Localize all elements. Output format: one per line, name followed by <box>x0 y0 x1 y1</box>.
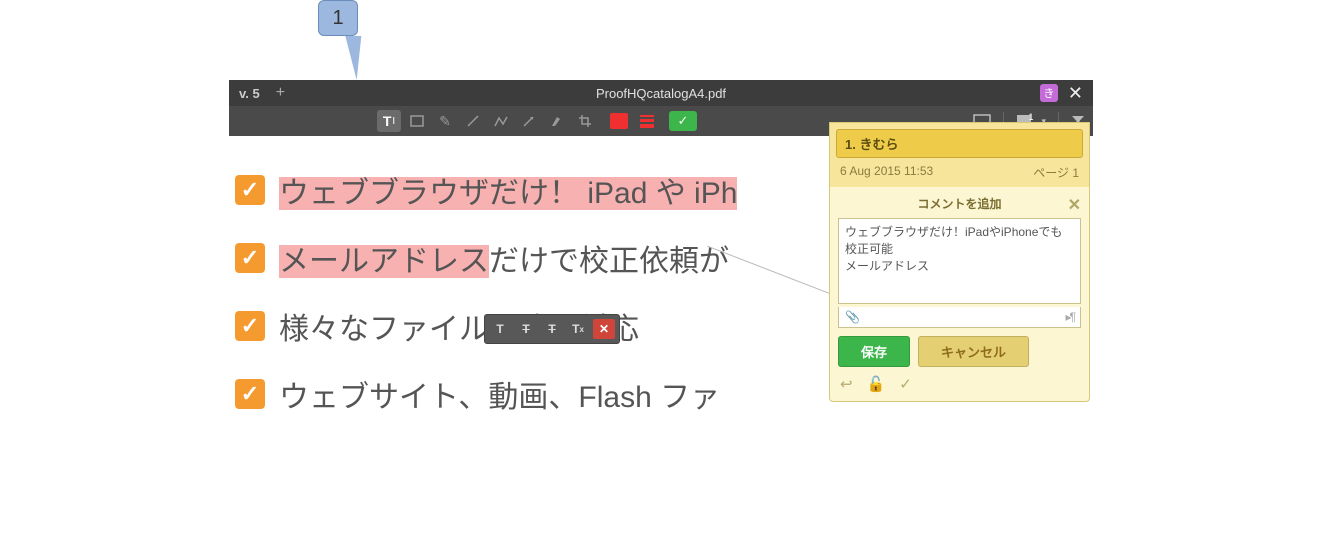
text-markup-toolbar: T T T Tx ✕ <box>484 314 620 344</box>
unlock-icon[interactable]: 🔓 <box>867 375 886 393</box>
text-replace[interactable]: Tx <box>567 319 589 339</box>
pilcrow-icon[interactable]: ▸¶ <box>1066 310 1074 324</box>
check-icon <box>235 379 265 409</box>
add-comment-title: コメントを追加 <box>917 195 1001 212</box>
polyline-tool[interactable] <box>489 110 513 132</box>
comment-body: コメントを追加 ✕ 📎 ▸¶ 保存 キャンセル ↩ 🔓 ✓ <box>829 187 1090 402</box>
crop-tool[interactable] <box>573 110 597 132</box>
text-style-1[interactable]: T <box>489 319 511 339</box>
add-tab-button[interactable]: + <box>270 84 291 102</box>
resolve-icon[interactable]: ✓ <box>899 375 912 393</box>
check-icon <box>235 175 265 205</box>
attach-icon[interactable]: 📎 <box>845 310 860 324</box>
comments-panel: 1. きむら 6 Aug 2015 11:53 ページ 1 コメントを追加 ✕ … <box>829 122 1090 402</box>
comment-page: ページ 1 <box>1033 164 1079 181</box>
highlighted-text[interactable]: メールアドレス <box>279 245 489 278</box>
comment-textarea[interactable] <box>838 218 1081 304</box>
close-comment-icon[interactable]: ✕ <box>1068 195 1081 215</box>
callout-badge: 1 <box>318 0 358 36</box>
check-icon <box>235 311 265 341</box>
highlighted-text[interactable]: ウェブブラウザだけ！ iPad や iPh <box>279 177 737 210</box>
titlebar: v. 5 + ProofHQcatalogA4.pdf き ✕ <box>229 80 1093 106</box>
app-window: v. 5 + ProofHQcatalogA4.pdf き ✕ TI ✎ ✓ <box>229 80 1093 472</box>
callout-tail <box>345 36 370 80</box>
line-weight[interactable] <box>635 110 659 132</box>
reply-icon[interactable]: ↩ <box>840 375 853 393</box>
text-strikethrough[interactable]: T <box>515 319 537 339</box>
user-badge[interactable]: き <box>1040 84 1058 102</box>
text-tool[interactable]: TI <box>377 110 401 132</box>
highlight-tool[interactable] <box>545 110 569 132</box>
check-icon <box>235 243 265 273</box>
save-button[interactable]: 保存 <box>838 336 910 367</box>
version-label: v. 5 <box>229 86 270 101</box>
comment-timestamp: 6 Aug 2015 11:53 <box>840 164 933 181</box>
mini-close[interactable]: ✕ <box>593 319 615 339</box>
cancel-button[interactable]: キャンセル <box>918 336 1029 367</box>
document-title: ProofHQcatalogA4.pdf <box>596 86 726 101</box>
close-button[interactable]: ✕ <box>1064 83 1087 104</box>
comment-header[interactable]: 1. きむら 6 Aug 2015 11:53 ページ 1 <box>829 122 1090 187</box>
text-delete[interactable]: T <box>541 319 563 339</box>
color-picker[interactable] <box>607 110 631 132</box>
arrow-tool[interactable] <box>517 110 541 132</box>
comment-author: 1. きむら <box>836 129 1083 158</box>
rectangle-tool[interactable] <box>405 110 429 132</box>
line-tool[interactable] <box>461 110 485 132</box>
confirm-button[interactable]: ✓ <box>669 111 697 131</box>
pencil-tool[interactable]: ✎ <box>433 110 457 132</box>
